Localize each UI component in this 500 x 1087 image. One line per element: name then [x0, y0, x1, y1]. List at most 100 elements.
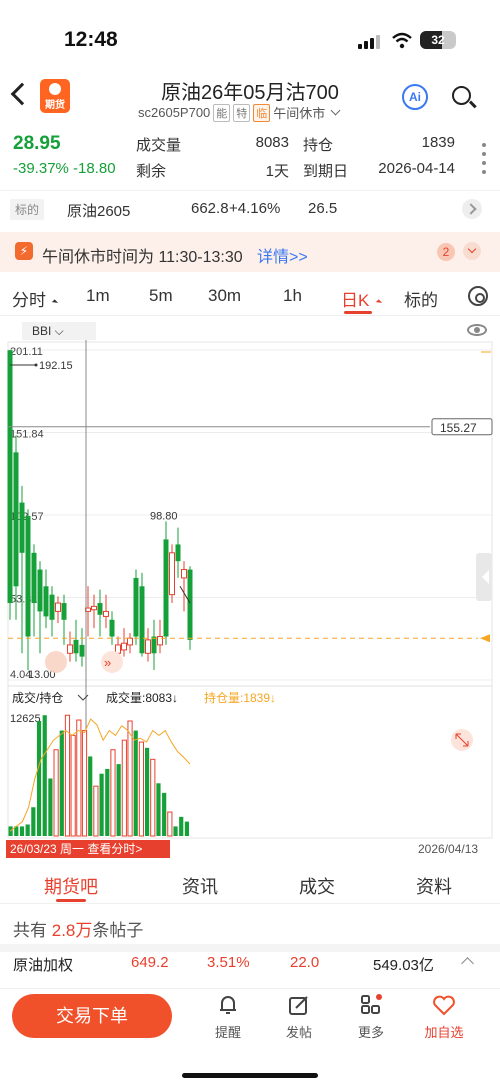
candle-body [145, 639, 151, 654]
volume-bar [116, 764, 121, 836]
bell-icon[interactable] [218, 994, 238, 1016]
volume-bar [173, 826, 178, 836]
remaining-label: 剩余 [136, 163, 167, 180]
indicator-select[interactable]: BBI ⌵ [22, 322, 96, 340]
contract-code: sc2605P700 [138, 105, 211, 120]
volume-bar [150, 758, 156, 837]
volume-bar [93, 785, 99, 837]
candle-body [79, 644, 85, 657]
tab-underlying[interactable]: 标的 [404, 286, 438, 311]
chevron-down-icon[interactable] [330, 105, 341, 116]
volume-bar [53, 749, 59, 837]
underlying-tag: 标的 [10, 199, 45, 220]
volume-bar [167, 811, 173, 837]
volume-panel-title: 成交/持仓 [12, 690, 63, 705]
open-interest-value: 1839 [421, 134, 455, 151]
last-price: 28.95 [13, 133, 61, 154]
candle-body [49, 594, 55, 620]
post-count: 共有 2.8万条帖子 [13, 921, 144, 940]
more-vertical-icon[interactable] [482, 143, 486, 174]
candle-body [91, 605, 97, 611]
volume-bar [31, 807, 36, 836]
volume-label: 成交量 [136, 137, 182, 154]
tab-news[interactable]: 资讯 [182, 873, 218, 899]
volume-bar [138, 741, 144, 837]
edit-post-icon[interactable] [288, 994, 310, 1016]
tab-trades[interactable]: 成交 [299, 873, 335, 899]
volume-bar [76, 719, 82, 837]
expand-notice-icon[interactable] [463, 242, 481, 260]
ai-assistant-button[interactable]: Ai [402, 84, 428, 110]
tab-1h[interactable]: 1h [283, 286, 302, 306]
volume-bar [121, 739, 127, 837]
underlying-change: 26.5 [308, 200, 338, 217]
index-price: 649.2 [131, 954, 169, 971]
candle-body [37, 569, 43, 612]
expiry-value: 2026-04-14 [378, 160, 455, 177]
session-status[interactable]: 午间休市 [273, 103, 325, 122]
more-label[interactable]: 更多 [351, 1022, 391, 1041]
candle-body [109, 619, 115, 637]
candle-body [163, 539, 169, 637]
open-interest-label: 持仓 [303, 137, 334, 154]
tab-30m[interactable]: 30m [208, 286, 241, 306]
trade-button[interactable]: 交易下单 [12, 994, 172, 1038]
y-axis-label: 201.11 [10, 346, 43, 358]
y-axis-label: 151.84 [10, 429, 44, 441]
more-grid-icon[interactable] [360, 994, 384, 1016]
volume-bar [156, 783, 161, 836]
candle-body [73, 639, 79, 654]
search-icon[interactable] [452, 86, 471, 105]
kline-chart[interactable]: 201.11151.84102.5753.314.04192.1598.8013… [0, 340, 500, 860]
battery-icon: 32 [420, 31, 456, 49]
active-tab-indicator [344, 311, 372, 314]
expiry-label: 到期日 [303, 163, 349, 180]
tab-timeshare[interactable]: 分时 [12, 286, 46, 311]
date-left-label: 26/03/23 周一 查看分时> [10, 842, 142, 856]
candle-body [181, 569, 187, 579]
candle-body [97, 603, 103, 615]
add-favorite-label[interactable]: 加自选 [423, 1022, 465, 1041]
lightning-icon: ⚡ [15, 242, 33, 260]
candle-body [169, 552, 175, 596]
tab-daily-k[interactable]: 日K [341, 286, 369, 311]
tab-5m[interactable]: 5m [149, 286, 173, 306]
candle-body [127, 637, 133, 646]
volume-bar [127, 720, 133, 837]
tab-forum[interactable]: 期货吧 [44, 873, 98, 899]
volume-bar [19, 826, 25, 836]
post-label[interactable]: 发帖 [279, 1022, 319, 1041]
crosshair-value: 155.27 [440, 421, 477, 435]
gear-icon[interactable] [468, 286, 488, 306]
volume-bar [25, 824, 30, 836]
contract-subtitle: sc2605P700 能 特 临 午间休市 [138, 103, 341, 122]
candle-body [19, 502, 25, 553]
notice-text: 午间休市时间为 11:30-13:30 [42, 249, 243, 266]
candle-body [43, 586, 49, 617]
active-subtab-indicator [56, 899, 86, 902]
index-name: 原油加权 [13, 957, 74, 974]
high-price-label: 98.80 [150, 510, 178, 522]
candle-body [25, 515, 31, 637]
eye-icon[interactable] [467, 324, 487, 336]
volume-bar [36, 720, 42, 836]
remind-label[interactable]: 提醒 [208, 1022, 248, 1041]
tag-expiring: 临 [253, 103, 271, 122]
volume-bar [88, 756, 93, 836]
price-change: -39.37% -18.80 [13, 160, 116, 177]
chevron-right-icon[interactable] [462, 199, 482, 219]
candle-body [103, 610, 109, 617]
max-price-label: 192.15 [39, 360, 73, 372]
underlying-pct: +4.16% [229, 200, 281, 217]
heart-icon[interactable] [432, 994, 456, 1016]
tab-info[interactable]: 资料 [416, 873, 452, 899]
expand-right-glyph: » [104, 655, 111, 670]
candle-body [175, 544, 181, 562]
volume-bar [105, 768, 110, 836]
last-price-marker [480, 634, 490, 643]
volume-bar [184, 821, 189, 836]
remaining-value: 1天 [265, 163, 289, 180]
candle-body [121, 642, 127, 651]
tab-1m[interactable]: 1m [86, 286, 110, 306]
notice-detail-link[interactable]: 详情>> [257, 243, 308, 267]
